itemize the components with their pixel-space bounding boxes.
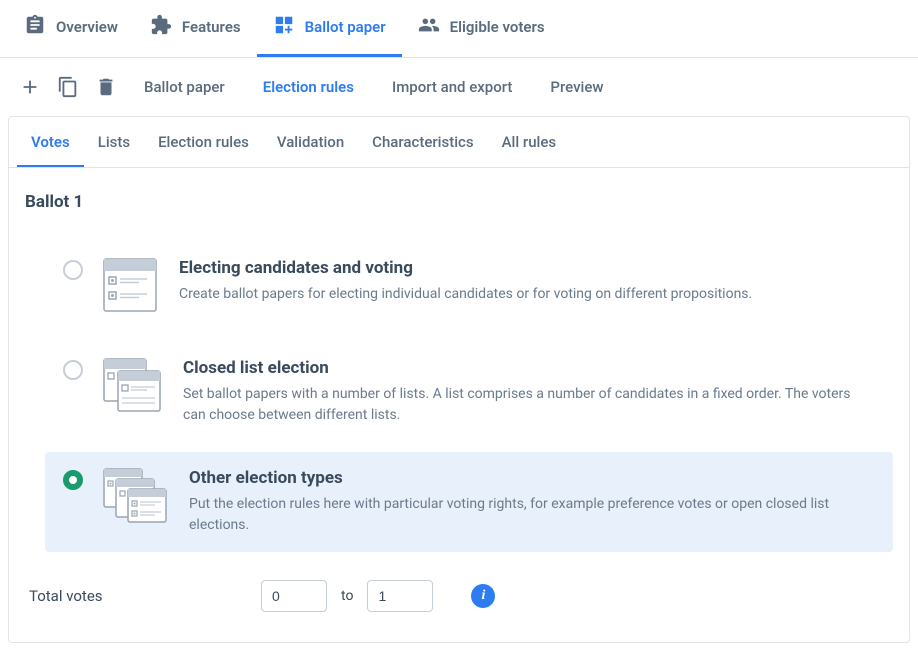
subtab-lists[interactable]: Lists bbox=[84, 117, 144, 167]
option-closed-list[interactable]: Closed list election Set ballot papers w… bbox=[45, 342, 893, 442]
copy-button[interactable] bbox=[56, 75, 80, 99]
tab-overview[interactable]: Overview bbox=[8, 0, 134, 57]
tab-label: Eligible voters bbox=[450, 18, 545, 36]
subtab-election-rules[interactable]: Election rules bbox=[144, 117, 263, 167]
subtab-votes[interactable]: Votes bbox=[17, 117, 84, 167]
option-title: Other election types bbox=[189, 468, 875, 488]
radio-other-types[interactable] bbox=[63, 470, 83, 490]
delete-button[interactable] bbox=[94, 75, 118, 99]
total-votes-from-input[interactable] bbox=[261, 580, 327, 612]
action-preview[interactable]: Preview bbox=[538, 74, 615, 100]
subtab-characteristics[interactable]: Characteristics bbox=[358, 117, 487, 167]
ballot-icon bbox=[273, 14, 295, 40]
option-other-types[interactable]: Other election types Put the election ru… bbox=[45, 452, 893, 552]
action-import-export[interactable]: Import and export bbox=[380, 74, 524, 100]
tab-label: Ballot paper bbox=[305, 18, 386, 36]
option-candidates[interactable]: Electing candidates and voting Create ba… bbox=[45, 242, 893, 332]
top-tabs: Overview Features Ballot paper Eligible … bbox=[0, 0, 918, 58]
option-desc: Put the election rules here with particu… bbox=[189, 494, 875, 536]
tab-eligible-voters[interactable]: Eligible voters bbox=[402, 0, 561, 57]
radio-candidates[interactable] bbox=[63, 260, 83, 280]
to-label: to bbox=[341, 588, 353, 604]
action-bar: Ballot paper Election rules Import and e… bbox=[0, 58, 918, 116]
total-votes-label: Total votes bbox=[29, 587, 247, 605]
total-votes-row: Total votes to i bbox=[25, 580, 893, 612]
people-icon bbox=[418, 14, 440, 40]
action-election-rules[interactable]: Election rules bbox=[251, 74, 366, 100]
puzzle-icon bbox=[150, 14, 172, 40]
tab-label: Overview bbox=[56, 18, 118, 36]
add-button[interactable] bbox=[18, 75, 42, 99]
main-panel: Votes Lists Election rules Validation Ch… bbox=[8, 116, 910, 643]
tab-label: Features bbox=[182, 18, 241, 36]
clipboard-icon bbox=[24, 14, 46, 40]
option-desc: Set ballot papers with a number of lists… bbox=[183, 384, 875, 426]
subtab-all-rules[interactable]: All rules bbox=[488, 117, 571, 167]
info-icon[interactable]: i bbox=[471, 584, 495, 608]
total-votes-to-input[interactable] bbox=[367, 580, 433, 612]
option-desc: Create ballot papers for electing indivi… bbox=[179, 284, 875, 305]
subtab-validation[interactable]: Validation bbox=[263, 117, 358, 167]
sub-tabs: Votes Lists Election rules Validation Ch… bbox=[9, 117, 909, 168]
closed-list-illustration-icon bbox=[103, 358, 163, 416]
other-types-illustration-icon bbox=[103, 468, 169, 528]
option-title: Closed list election bbox=[183, 358, 875, 378]
ballot-title: Ballot 1 bbox=[25, 192, 893, 212]
tab-features[interactable]: Features bbox=[134, 0, 257, 57]
radio-closed-list[interactable] bbox=[63, 360, 83, 380]
action-ballot-paper[interactable]: Ballot paper bbox=[132, 74, 237, 100]
tab-ballot-paper[interactable]: Ballot paper bbox=[257, 0, 402, 57]
option-title: Electing candidates and voting bbox=[179, 258, 875, 278]
content-area: Ballot 1 Electing candidates and voting … bbox=[9, 168, 909, 642]
candidates-illustration-icon bbox=[103, 258, 159, 316]
